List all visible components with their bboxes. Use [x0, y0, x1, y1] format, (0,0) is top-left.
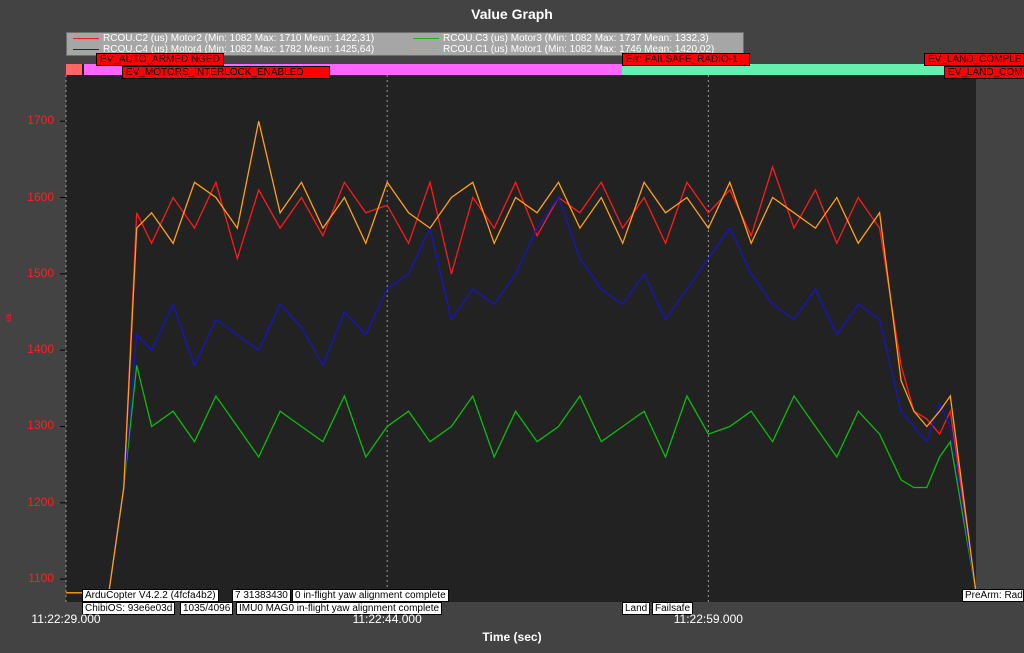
y-tick-label: 1300: [27, 418, 54, 433]
y-tick-label: 1700: [27, 113, 54, 128]
x-tick-label: 11:22:44.000: [352, 612, 422, 626]
legend-item-motor2: RCOU.C2 (us) Motor2 (Min: 1082 Max: 1710…: [73, 33, 374, 44]
event-label-failsafe: Err: FAILSAFE_RADIO-1: [622, 53, 750, 66]
event-label-land-complete-2: EV_LAND_COMP: [944, 66, 1024, 79]
legend-swatch: [413, 48, 439, 50]
chart-canvas: [60, 64, 1024, 602]
message-land: Land: [622, 602, 651, 615]
x-tick-label: 11:22:29.000: [31, 612, 101, 626]
message-prearm: PreArm: Rad: [962, 589, 1024, 602]
legend-item-motor3: RCOU.C3 (us) Motor3 (Min: 1082 Max: 1737…: [413, 33, 709, 44]
legend-swatch: [413, 37, 439, 39]
legend-label: RCOU.C2 (us) Motor2 (Min: 1082 Max: 1710…: [103, 33, 375, 44]
legend-label: RCOU.C3 (us) Motor3 (Min: 1082 Max: 1737…: [443, 33, 709, 44]
y-tick-label: 1500: [27, 265, 54, 280]
message-yaw-align: 0 in-flight yaw alignment complete: [292, 589, 449, 602]
right-gutter: [976, 64, 1024, 602]
event-label-interlock: EV_MOTORS_INTERLOCK_ENABLED: [122, 66, 330, 79]
mode-band-pre: [66, 64, 82, 75]
x-tick-label: 11:22:59.000: [673, 612, 743, 626]
event-label-land-complete: EV_LAND_COMPLE: [924, 53, 1024, 66]
event-label-armed: EV_AUTO_ARMED NGED: [96, 53, 224, 66]
legend-swatch: [73, 37, 99, 39]
y-tick-label: 1600: [27, 189, 54, 204]
y-tick-label: 1100: [28, 571, 54, 586]
message-memory: 1035/4096: [180, 602, 234, 615]
y-tick-label: 1200: [27, 494, 54, 509]
x-axis-label: Time (sec): [482, 630, 542, 644]
plot-area: [66, 64, 976, 602]
message-id: 7 31383430: [232, 589, 291, 602]
message-version: ArduCopter V4.2.2 (4fcfa4b2): [82, 589, 219, 602]
y-axis-label: us: [4, 313, 13, 322]
legend-swatch: [73, 48, 99, 50]
y-tick-label: 1400: [27, 342, 54, 357]
